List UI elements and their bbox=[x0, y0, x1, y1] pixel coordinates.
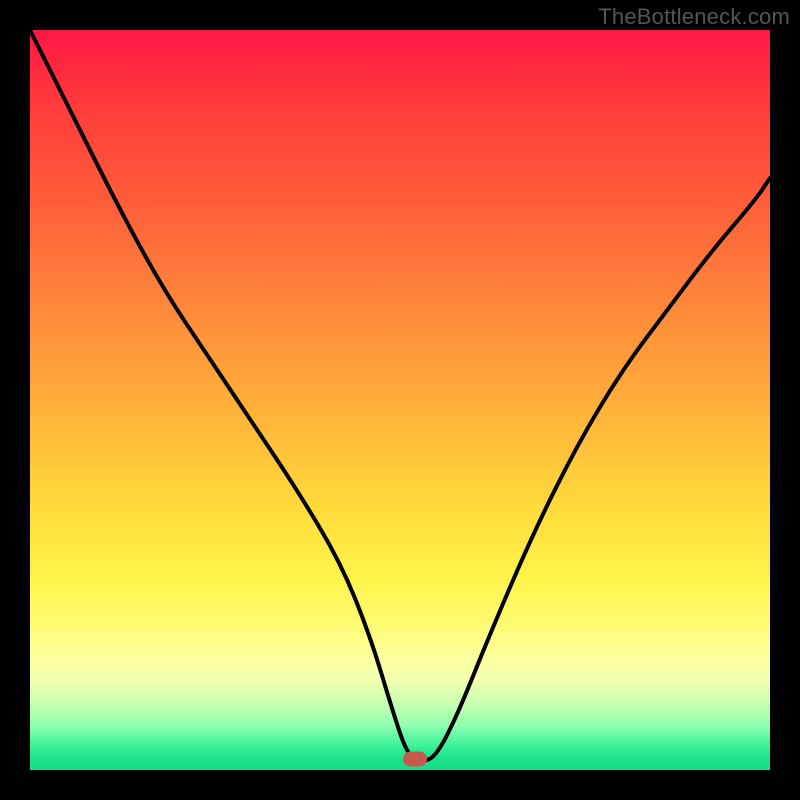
watermark-text: TheBottleneck.com bbox=[598, 4, 790, 30]
bottleneck-curve bbox=[30, 30, 770, 770]
chart-frame: TheBottleneck.com bbox=[0, 0, 800, 800]
optimum-marker bbox=[403, 751, 427, 766]
plot-area bbox=[30, 30, 770, 770]
curve-path bbox=[30, 30, 770, 761]
